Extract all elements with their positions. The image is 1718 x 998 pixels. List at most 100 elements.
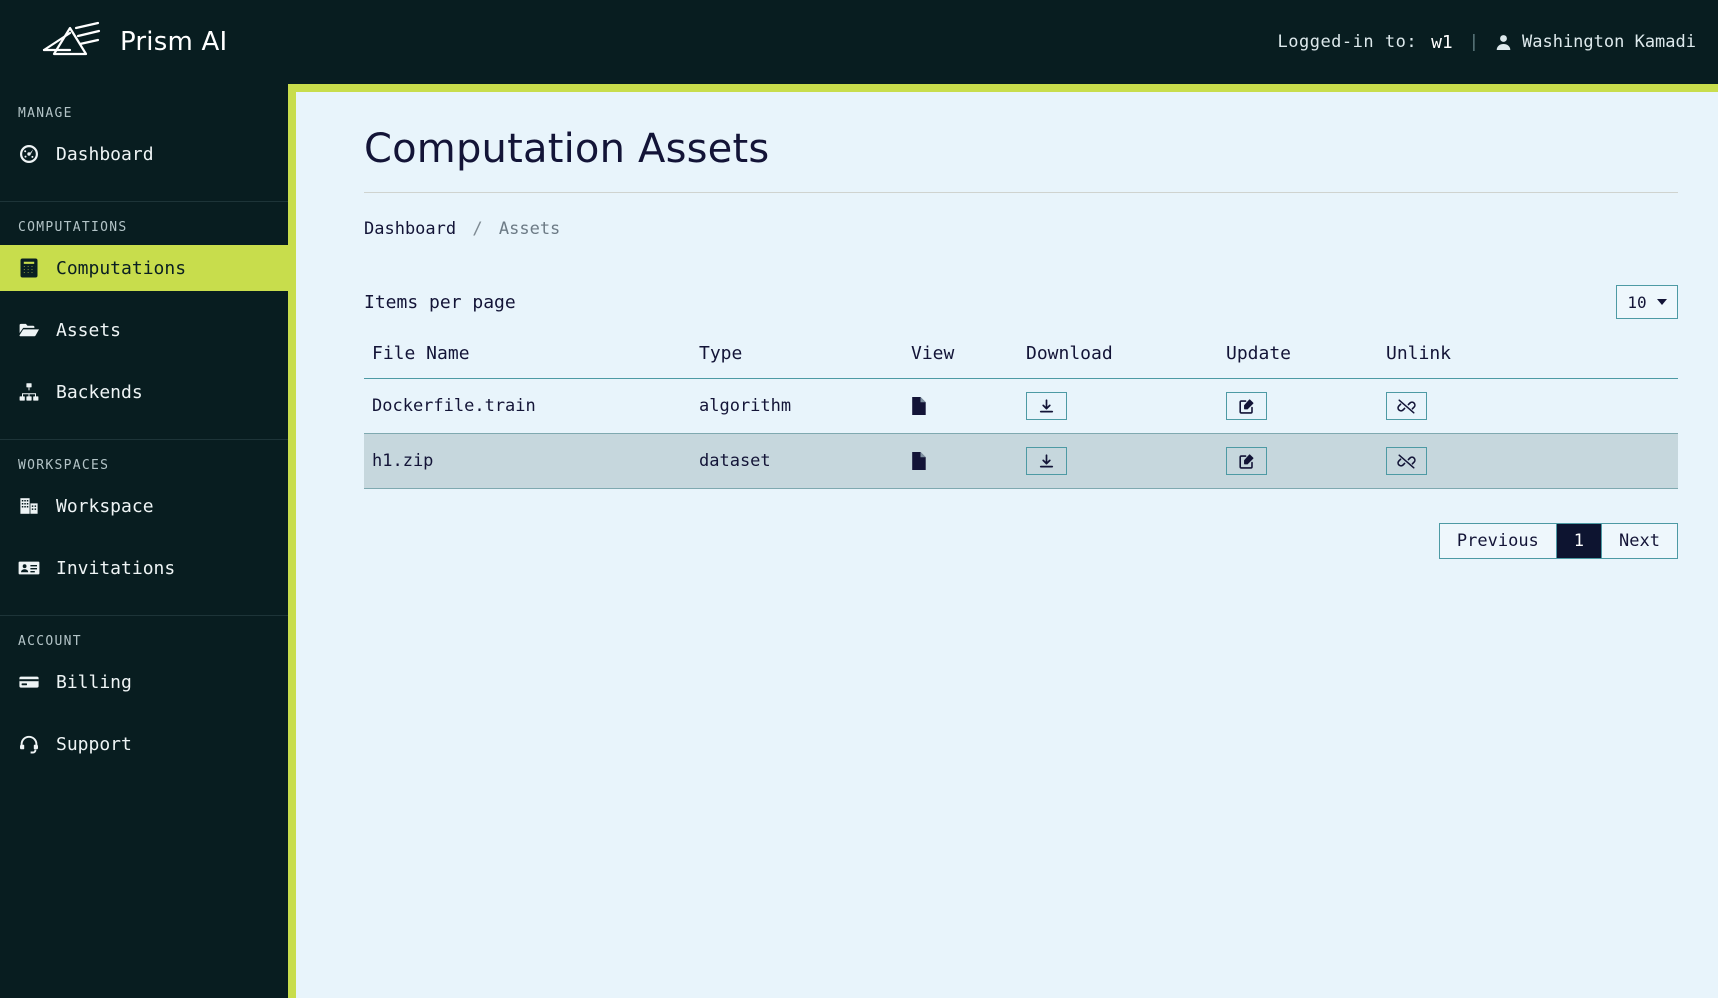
column-header-type: Type: [699, 337, 911, 379]
update-button[interactable]: [1226, 392, 1267, 420]
unlink-button[interactable]: [1386, 447, 1427, 475]
id-card-icon: [18, 557, 40, 579]
update-button[interactable]: [1226, 447, 1267, 475]
sidebar-item-backends[interactable]: Backends: [0, 369, 288, 415]
main-content: Computation Assets Dashboard / Assets It…: [296, 92, 1718, 998]
assets-table-body: Dockerfile.train algorithm h1.zip datase…: [364, 378, 1678, 489]
breadcrumb-separator: /: [472, 219, 483, 239]
cell-download: [1026, 433, 1226, 489]
cell-view: [911, 433, 1026, 489]
calculator-icon: [18, 257, 40, 279]
credit-card-icon: [18, 671, 40, 693]
cell-type: algorithm: [699, 378, 911, 434]
file-icon[interactable]: [911, 452, 1026, 470]
sidebar-item-support[interactable]: Support: [0, 721, 288, 767]
top-bar-right: Logged-in to: w1 | Washington Kamadi: [1278, 32, 1697, 53]
items-per-page-value: 10: [1627, 292, 1647, 312]
breadcrumb: Dashboard / Assets: [364, 219, 1678, 285]
topbar-separator: |: [1468, 32, 1479, 52]
table-row[interactable]: h1.zip dataset: [364, 433, 1678, 489]
table-toolbar: Items per page 10: [364, 285, 1678, 337]
table-header-row: File Name Type View Download Update Unli…: [364, 337, 1678, 379]
sidebar-group-computations: COMPUTATIONS Computations Assets Backend…: [0, 201, 288, 439]
column-header-update: Update: [1226, 337, 1386, 379]
pagination-group: Previous 1 Next: [1438, 523, 1678, 559]
pagination-page-1[interactable]: 1: [1555, 524, 1602, 558]
chevron-down-icon: [1656, 299, 1667, 305]
sidebar-heading-manage: MANAGE: [18, 106, 73, 121]
cell-download: [1026, 378, 1226, 434]
download-button[interactable]: [1026, 447, 1067, 475]
column-header-view: View: [911, 337, 1026, 379]
title-divider: [364, 192, 1678, 193]
folder-open-icon: [18, 319, 40, 341]
app-root: Prism AI Logged-in to: w1 | Washington K…: [0, 0, 1718, 998]
file-icon[interactable]: [911, 397, 1026, 415]
sidebar-item-computations[interactable]: Computations: [0, 245, 288, 291]
pagination: Previous 1 Next: [364, 489, 1678, 559]
sidebar-item-assets[interactable]: Assets: [0, 307, 288, 353]
sitemap-icon: [18, 381, 40, 403]
building-icon: [18, 495, 40, 517]
breadcrumb-dashboard[interactable]: Dashboard: [364, 219, 456, 239]
column-header-file-name: File Name: [364, 337, 699, 379]
cell-type: dataset: [699, 433, 911, 489]
logged-in-label: Logged-in to:: [1277, 32, 1418, 52]
headset-icon: [18, 733, 40, 755]
sidebar-group-account: ACCOUNT Billing Support: [0, 615, 288, 775]
body: MANAGE Dashboard COMPUTATIONS Computatio…: [0, 84, 1718, 998]
items-per-page-select[interactable]: 10: [1616, 285, 1678, 319]
sidebar-heading-workspaces: WORKSPACES: [18, 458, 110, 473]
assets-table: File Name Type View Download Update Unli…: [364, 337, 1678, 489]
sidebar-heading-computations: COMPUTATIONS: [18, 220, 128, 235]
main-accent-frame: Computation Assets Dashboard / Assets It…: [288, 84, 1718, 998]
cell-file-name: h1.zip: [364, 433, 699, 489]
gauge-icon: [18, 143, 40, 165]
sidebar-item-invitations[interactable]: Invitations: [0, 545, 288, 591]
sidebar-item-label: Assets: [56, 319, 122, 341]
sidebar-item-label: Dashboard: [56, 143, 154, 165]
sidebar-item-label: Support: [56, 733, 132, 755]
cell-view: [911, 378, 1026, 434]
column-header-download: Download: [1026, 337, 1226, 379]
cell-file-name: Dockerfile.train: [364, 378, 699, 434]
sidebar-item-dashboard[interactable]: Dashboard: [0, 131, 288, 177]
sidebar-item-label: Billing: [56, 671, 132, 693]
sidebar-group-manage: MANAGE Dashboard: [0, 106, 288, 201]
breadcrumb-current: Assets: [498, 219, 561, 239]
page-title: Computation Assets: [364, 126, 770, 172]
unlink-button[interactable]: [1386, 392, 1427, 420]
cell-update: [1226, 378, 1386, 434]
current-workspace[interactable]: w1: [1431, 32, 1453, 53]
user-icon: [1495, 34, 1512, 51]
sidebar-item-billing[interactable]: Billing: [0, 659, 288, 705]
download-button[interactable]: [1026, 392, 1067, 420]
sidebar: MANAGE Dashboard COMPUTATIONS Computatio…: [0, 84, 288, 998]
sidebar-item-label: Computations: [56, 257, 187, 279]
cell-update: [1226, 433, 1386, 489]
items-per-page-label: Items per page: [364, 291, 516, 313]
sidebar-heading-account: ACCOUNT: [18, 634, 82, 649]
pagination-next-button[interactable]: Next: [1601, 524, 1677, 558]
sidebar-item-label: Workspace: [56, 495, 154, 517]
cell-unlink: [1386, 433, 1678, 489]
brand[interactable]: Prism AI: [40, 20, 227, 64]
column-header-unlink: Unlink: [1386, 337, 1678, 379]
table-row[interactable]: Dockerfile.train algorithm: [364, 378, 1678, 434]
sidebar-item-label: Backends: [56, 381, 143, 403]
cell-unlink: [1386, 378, 1678, 434]
user-menu[interactable]: Washington Kamadi: [1495, 32, 1696, 52]
pagination-previous-button[interactable]: Previous: [1439, 524, 1556, 558]
assets-table-head: File Name Type View Download Update Unli…: [364, 337, 1678, 379]
sidebar-item-label: Invitations: [56, 557, 176, 579]
brand-name: Prism AI: [120, 27, 228, 57]
sidebar-group-workspaces: WORKSPACES Workspace Invitations: [0, 439, 288, 615]
user-name: Washington Kamadi: [1522, 32, 1696, 52]
sidebar-item-workspace[interactable]: Workspace: [0, 483, 288, 529]
